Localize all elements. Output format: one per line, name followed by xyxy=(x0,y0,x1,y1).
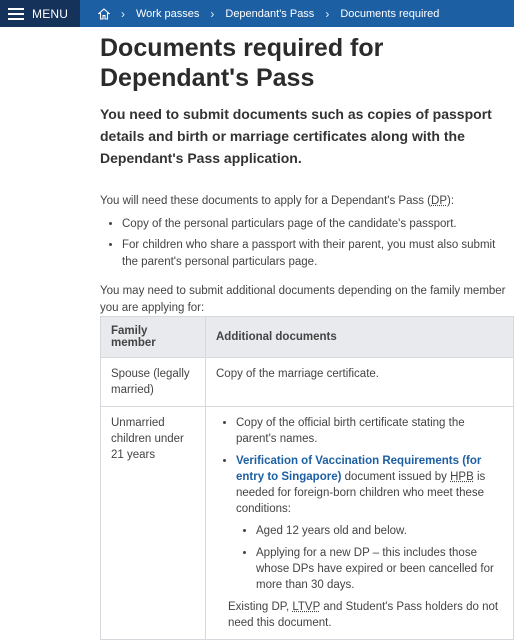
page-lead: You need to submit documents such as cop… xyxy=(100,106,492,166)
chevron-right-icon: › xyxy=(325,6,330,21)
cell-docs: Copy of the marriage certificate. xyxy=(205,357,514,407)
exemption-note: Existing DP, LTVP and Student's Pass hol… xyxy=(228,601,499,629)
list-item: Copy of the official birth certificate s… xyxy=(236,415,503,447)
chevron-right-icon: › xyxy=(121,6,125,21)
table-row: Spouse (legally married) Copy of the mar… xyxy=(100,357,514,407)
breadcrumb-documents-required[interactable]: Documents required xyxy=(340,8,439,20)
list-item: Verification of Vaccination Requirements… xyxy=(236,453,503,593)
intro-text: You will need these documents to apply f… xyxy=(100,195,455,207)
cell-member: Unmarried children under 21 years xyxy=(100,406,206,640)
table-header-row: Family member Additional documents xyxy=(100,316,514,358)
home-icon[interactable] xyxy=(98,7,110,20)
table-row: Unmarried children under 21 years Copy o… xyxy=(100,406,514,640)
list-item: Applying for a new DP – this includes th… xyxy=(256,545,503,593)
hamburger-icon xyxy=(8,7,24,20)
hpb-abbr: HPB xyxy=(450,471,474,483)
header-additional-documents: Additional documents xyxy=(205,316,514,358)
header-family-member: Family member xyxy=(100,316,206,358)
top-nav-bar: MENU › Work passes › Dependant's Pass › … xyxy=(0,0,514,27)
breadcrumb: › Work passes › Dependant's Pass › Docum… xyxy=(80,7,439,21)
required-docs-list: Copy of the personal particulars page of… xyxy=(100,216,514,271)
cell-docs: Copy of the official birth certificate s… xyxy=(205,406,514,640)
conditions-list: Aged 12 years old and below. Applying fo… xyxy=(236,523,503,593)
list-item: For children who share a passport with t… xyxy=(122,237,514,271)
breadcrumb-dependants-pass[interactable]: Dependant's Pass xyxy=(225,8,314,20)
breadcrumb-work-passes[interactable]: Work passes xyxy=(136,8,199,20)
additional-intro: You may need to submit additional docume… xyxy=(100,285,506,314)
main-content: Documents required for Dependant's Pass … xyxy=(100,33,514,317)
list-item: Copy of the personal particulars page of… xyxy=(122,216,514,233)
additional-documents-table: Family member Additional documents Spous… xyxy=(100,316,514,640)
menu-button[interactable]: MENU xyxy=(0,0,80,27)
cell-member: Spouse (legally married) xyxy=(100,357,206,407)
list-item: Aged 12 years old and below. xyxy=(256,523,503,539)
dp-abbr: DP xyxy=(431,195,447,207)
menu-label: MENU xyxy=(32,6,69,21)
page-title: Documents required for Dependant's Pass xyxy=(100,34,384,92)
chevron-right-icon: › xyxy=(210,6,215,21)
